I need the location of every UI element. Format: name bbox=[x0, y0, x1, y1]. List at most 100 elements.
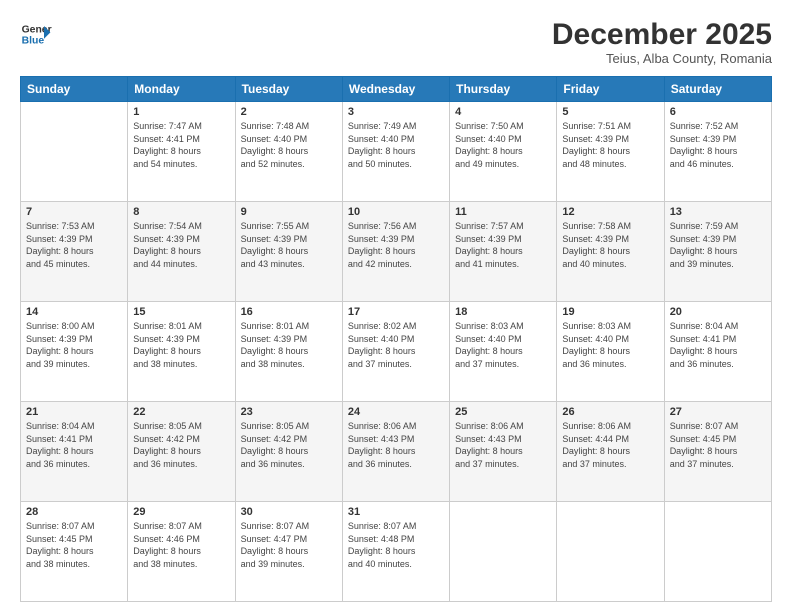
cell-info-text: Sunrise: 8:07 AMSunset: 4:45 PMDaylight:… bbox=[26, 520, 122, 570]
table-row: 2Sunrise: 7:48 AMSunset: 4:40 PMDaylight… bbox=[235, 102, 342, 202]
cell-info-text: Sunrise: 8:04 AMSunset: 4:41 PMDaylight:… bbox=[26, 420, 122, 470]
calendar-week-5: 28 Sunrise: 8:07 AMSunset: 4:45 PMDayligh… bbox=[21, 502, 772, 602]
table-row: 18 Sunrise: 8:03 AMSunset: 4:40 PMDayligh… bbox=[450, 302, 557, 402]
cell-date-number: 8 bbox=[133, 206, 229, 218]
cell-date-number: 18 bbox=[455, 306, 551, 318]
cell-date-number: 21 bbox=[26, 406, 122, 418]
month-title: December 2025 bbox=[552, 18, 772, 51]
cell-info-text: Sunrise: 7:57 AMSunset: 4:39 PMDaylight:… bbox=[455, 220, 551, 270]
col-thursday: Thursday bbox=[450, 77, 557, 102]
col-wednesday: Wednesday bbox=[342, 77, 449, 102]
table-row: 25 Sunrise: 8:06 AMSunset: 4:43 PMDayligh… bbox=[450, 402, 557, 502]
table-row: 3 Sunrise: 7:49 AMSunset: 4:40 PMDaylight… bbox=[342, 102, 449, 202]
col-saturday: Saturday bbox=[664, 77, 771, 102]
calendar-week-1: 1 Sunrise: 7:47 AMSunset: 4:41 PMDaylight… bbox=[21, 102, 772, 202]
table-row: 1 Sunrise: 7:47 AMSunset: 4:41 PMDaylight… bbox=[128, 102, 235, 202]
col-monday: Monday bbox=[128, 77, 235, 102]
table-row: 26Sunrise: 8:06 AMSunset: 4:44 PMDayligh… bbox=[557, 402, 664, 502]
table-row: 20 Sunrise: 8:04 AMSunset: 4:41 PMDayligh… bbox=[664, 302, 771, 402]
calendar-week-2: 7Sunrise: 7:53 AMSunset: 4:39 PMDaylight… bbox=[21, 202, 772, 302]
cell-date-number: 30 bbox=[241, 506, 337, 518]
table-row: 4 Sunrise: 7:50 AMSunset: 4:40 PMDaylight… bbox=[450, 102, 557, 202]
calendar-header-row: Sunday Monday Tuesday Wednesday Thursday… bbox=[21, 77, 772, 102]
cell-info-text: Sunrise: 8:07 AMSunset: 4:48 PMDaylight:… bbox=[348, 520, 444, 570]
col-sunday: Sunday bbox=[21, 77, 128, 102]
cell-info-text: Sunrise: 7:47 AMSunset: 4:41 PMDaylight:… bbox=[133, 120, 229, 170]
cell-info-text: Sunrise: 8:07 AMSunset: 4:45 PMDaylight:… bbox=[670, 420, 766, 470]
table-row: 6 Sunrise: 7:52 AMSunset: 4:39 PMDaylight… bbox=[664, 102, 771, 202]
table-row: 17 Sunrise: 8:02 AMSunset: 4:40 PMDayligh… bbox=[342, 302, 449, 402]
table-row: 11 Sunrise: 7:57 AMSunset: 4:39 PMDayligh… bbox=[450, 202, 557, 302]
header: General Blue December 2025 Teius, Alba C… bbox=[20, 18, 772, 66]
cell-date-number: 17 bbox=[348, 306, 444, 318]
table-row: 19Sunrise: 8:03 AMSunset: 4:40 PMDayligh… bbox=[557, 302, 664, 402]
cell-date-number: 12 bbox=[562, 206, 658, 218]
cell-date-number: 24 bbox=[348, 406, 444, 418]
table-row: 23Sunrise: 8:05 AMSunset: 4:42 PMDayligh… bbox=[235, 402, 342, 502]
cell-info-text: Sunrise: 7:50 AMSunset: 4:40 PMDaylight:… bbox=[455, 120, 551, 170]
cell-info-text: Sunrise: 8:02 AMSunset: 4:40 PMDaylight:… bbox=[348, 320, 444, 370]
table-row bbox=[450, 502, 557, 602]
cell-date-number: 16 bbox=[241, 306, 337, 318]
cell-date-number: 4 bbox=[455, 106, 551, 118]
col-friday: Friday bbox=[557, 77, 664, 102]
table-row: 12 Sunrise: 7:58 AMSunset: 4:39 PMDayligh… bbox=[557, 202, 664, 302]
cell-info-text: Sunrise: 7:48 AMSunset: 4:40 PMDaylight:… bbox=[241, 120, 337, 170]
table-row: 28 Sunrise: 8:07 AMSunset: 4:45 PMDayligh… bbox=[21, 502, 128, 602]
cell-info-text: Sunrise: 8:06 AMSunset: 4:43 PMDaylight:… bbox=[455, 420, 551, 470]
cell-date-number: 7 bbox=[26, 206, 122, 218]
cell-date-number: 6 bbox=[670, 106, 766, 118]
location-subtitle: Teius, Alba County, Romania bbox=[552, 51, 772, 66]
table-row bbox=[21, 102, 128, 202]
cell-info-text: Sunrise: 8:01 AMSunset: 4:39 PMDaylight:… bbox=[133, 320, 229, 370]
cell-date-number: 31 bbox=[348, 506, 444, 518]
cell-date-number: 3 bbox=[348, 106, 444, 118]
cell-date-number: 25 bbox=[455, 406, 551, 418]
cell-info-text: Sunrise: 7:49 AMSunset: 4:40 PMDaylight:… bbox=[348, 120, 444, 170]
table-row: 9Sunrise: 7:55 AMSunset: 4:39 PMDaylight… bbox=[235, 202, 342, 302]
table-row: 8 Sunrise: 7:54 AMSunset: 4:39 PMDaylight… bbox=[128, 202, 235, 302]
cell-date-number: 15 bbox=[133, 306, 229, 318]
calendar-week-4: 21 Sunrise: 8:04 AMSunset: 4:41 PMDayligh… bbox=[21, 402, 772, 502]
cell-date-number: 29 bbox=[133, 506, 229, 518]
cell-info-text: Sunrise: 7:59 AMSunset: 4:39 PMDaylight:… bbox=[670, 220, 766, 270]
cell-date-number: 13 bbox=[670, 206, 766, 218]
cell-info-text: Sunrise: 8:04 AMSunset: 4:41 PMDaylight:… bbox=[670, 320, 766, 370]
page: General Blue December 2025 Teius, Alba C… bbox=[0, 0, 792, 612]
cell-info-text: Sunrise: 8:06 AMSunset: 4:44 PMDaylight:… bbox=[562, 420, 658, 470]
table-row: 21 Sunrise: 8:04 AMSunset: 4:41 PMDayligh… bbox=[21, 402, 128, 502]
table-row bbox=[664, 502, 771, 602]
table-row: 24Sunrise: 8:06 AMSunset: 4:43 PMDayligh… bbox=[342, 402, 449, 502]
cell-info-text: Sunrise: 7:51 AMSunset: 4:39 PMDaylight:… bbox=[562, 120, 658, 170]
table-row: 10 Sunrise: 7:56 AMSunset: 4:39 PMDayligh… bbox=[342, 202, 449, 302]
table-row: 16 Sunrise: 8:01 AMSunset: 4:39 PMDayligh… bbox=[235, 302, 342, 402]
cell-date-number: 27 bbox=[670, 406, 766, 418]
cell-info-text: Sunrise: 7:58 AMSunset: 4:39 PMDaylight:… bbox=[562, 220, 658, 270]
calendar-week-3: 14Sunrise: 8:00 AMSunset: 4:39 PMDayligh… bbox=[21, 302, 772, 402]
cell-info-text: Sunrise: 7:54 AMSunset: 4:39 PMDaylight:… bbox=[133, 220, 229, 270]
table-row: 31 Sunrise: 8:07 AMSunset: 4:48 PMDayligh… bbox=[342, 502, 449, 602]
cell-info-text: Sunrise: 8:01 AMSunset: 4:39 PMDaylight:… bbox=[241, 320, 337, 370]
cell-date-number: 9 bbox=[241, 206, 337, 218]
cell-date-number: 1 bbox=[133, 106, 229, 118]
table-row: 29 Sunrise: 8:07 AMSunset: 4:46 PMDayligh… bbox=[128, 502, 235, 602]
cell-date-number: 10 bbox=[348, 206, 444, 218]
cell-date-number: 11 bbox=[455, 206, 551, 218]
cell-info-text: Sunrise: 8:07 AMSunset: 4:47 PMDaylight:… bbox=[241, 520, 337, 570]
table-row bbox=[557, 502, 664, 602]
col-tuesday: Tuesday bbox=[235, 77, 342, 102]
logo: General Blue bbox=[20, 18, 52, 50]
cell-date-number: 19 bbox=[562, 306, 658, 318]
cell-info-text: Sunrise: 8:00 AMSunset: 4:39 PMDaylight:… bbox=[26, 320, 122, 370]
logo-icon: General Blue bbox=[20, 18, 52, 50]
cell-date-number: 20 bbox=[670, 306, 766, 318]
cell-info-text: Sunrise: 7:56 AMSunset: 4:39 PMDaylight:… bbox=[348, 220, 444, 270]
cell-info-text: Sunrise: 7:52 AMSunset: 4:39 PMDaylight:… bbox=[670, 120, 766, 170]
cell-info-text: Sunrise: 8:03 AMSunset: 4:40 PMDaylight:… bbox=[455, 320, 551, 370]
table-row: 15 Sunrise: 8:01 AMSunset: 4:39 PMDayligh… bbox=[128, 302, 235, 402]
table-row: 5Sunrise: 7:51 AMSunset: 4:39 PMDaylight… bbox=[557, 102, 664, 202]
table-row: 14Sunrise: 8:00 AMSunset: 4:39 PMDayligh… bbox=[21, 302, 128, 402]
cell-date-number: 23 bbox=[241, 406, 337, 418]
cell-info-text: Sunrise: 8:07 AMSunset: 4:46 PMDaylight:… bbox=[133, 520, 229, 570]
cell-date-number: 28 bbox=[26, 506, 122, 518]
